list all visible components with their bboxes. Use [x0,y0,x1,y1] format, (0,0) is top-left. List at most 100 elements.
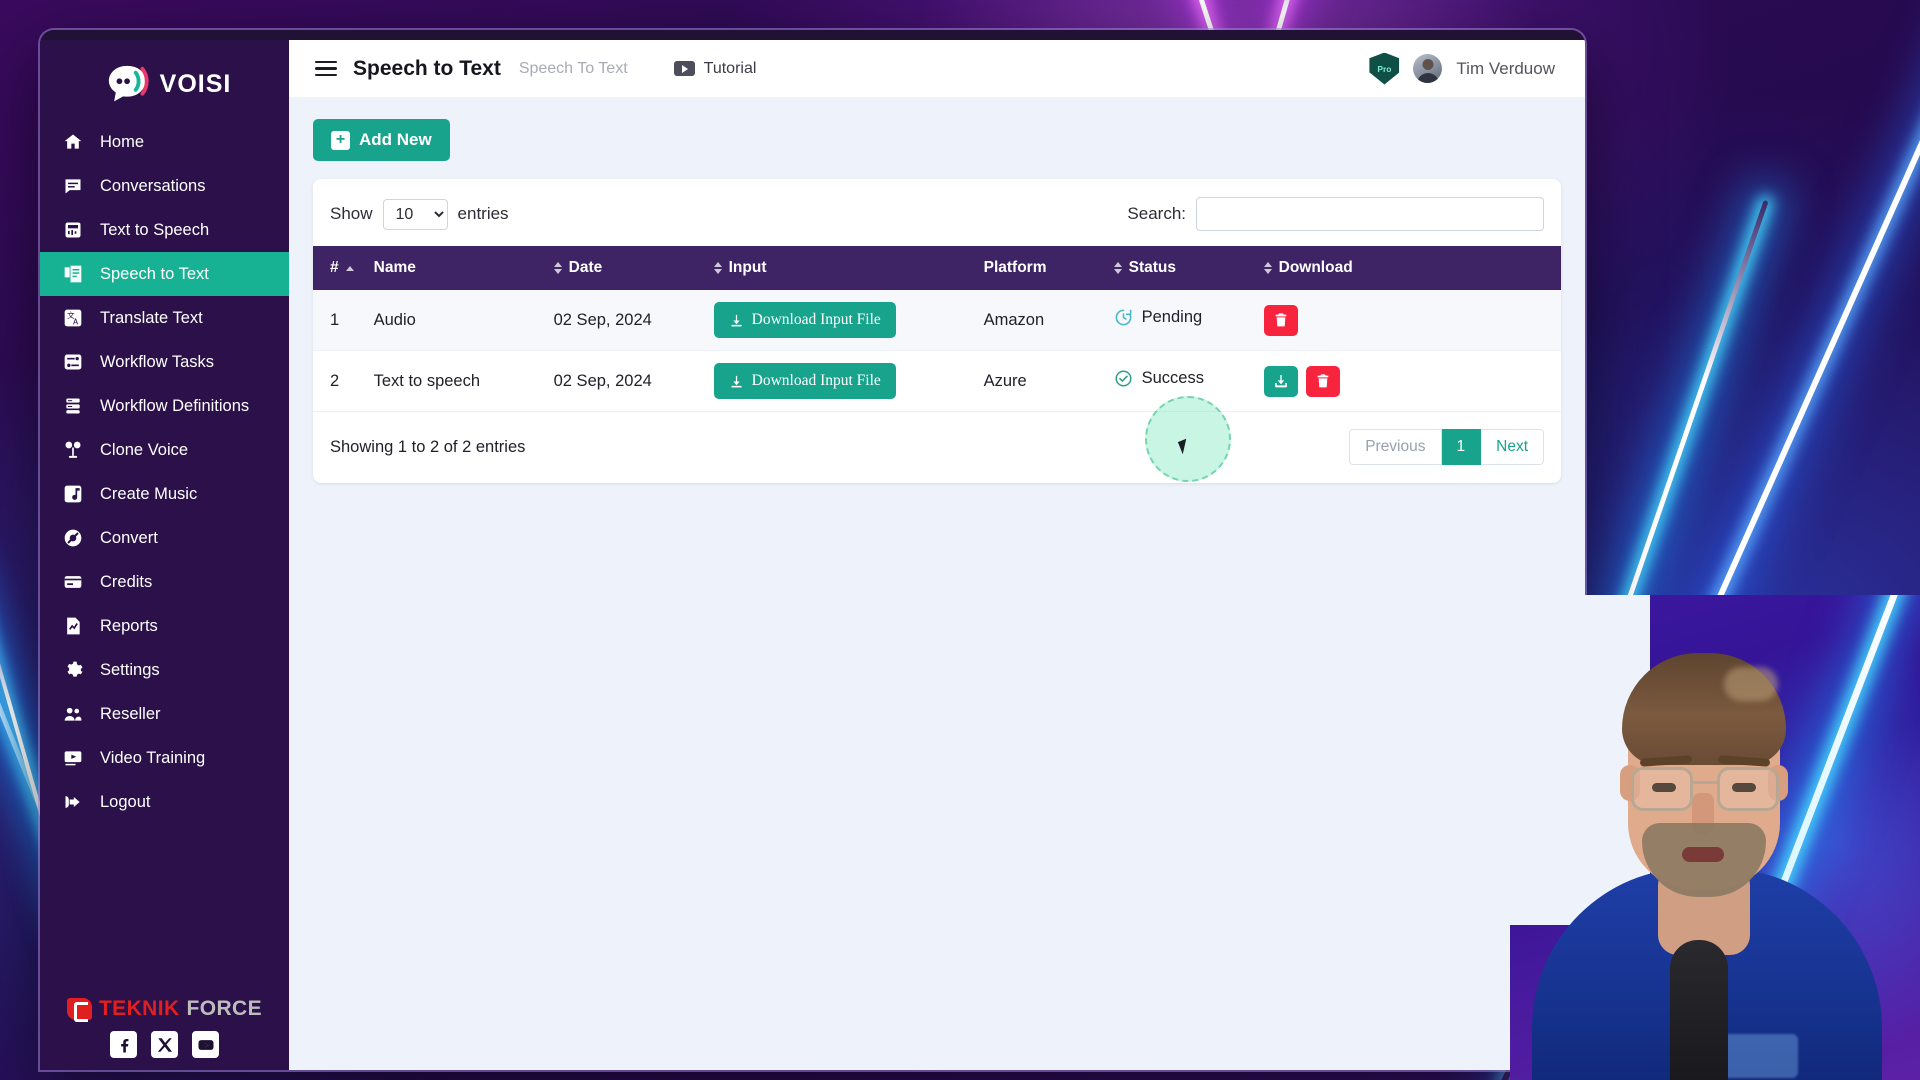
hamburger-menu-icon[interactable] [315,60,337,77]
cell-name: Text to speech [363,350,544,412]
entries-length-select[interactable]: 102550100 [382,198,448,230]
pagination-page-1-button[interactable]: 1 [1441,429,1482,465]
download-input-file-button[interactable]: Download Input File [713,302,896,338]
sidebar-item-label: Workflow Tasks [100,352,215,371]
main-content: Speech to Text Speech To Text Tutorial P… [289,40,1585,1070]
window-titlebar [40,30,1585,40]
tutorial-label: Tutorial [703,59,757,77]
download-input-file-button[interactable]: Download Input File [713,363,896,399]
sidebar-item-convert[interactable]: Convert [40,516,289,560]
cell-date: 02 Sep, 2024 [543,350,704,412]
sort-icon [1113,262,1122,274]
show-entries-control: Show 102550100 entries [330,198,509,230]
shield-icon: Pro [1369,52,1400,85]
table-head: # Name Date Input Platform Status Downlo… [313,246,1561,290]
app-window: VOISI Home Conversations Text to Speech … [40,30,1585,1070]
download-input-file-label: Download Input File [751,311,881,328]
facebook-icon[interactable] [110,1031,137,1058]
brand-logo[interactable]: VOISI [40,48,289,120]
sidebar-item-video-training[interactable]: Video Training [40,736,289,780]
sidebar-item-label: Create Music [100,484,198,503]
table-header-row: # Name Date Input Platform Status Downlo… [313,246,1561,290]
show-label: Show [330,204,373,223]
sort-icon [713,262,722,274]
download-output-button[interactable] [1263,365,1298,397]
sidebar-item-credits[interactable]: Credits [40,560,289,604]
sort-ascending-icon [345,265,354,271]
report-chart-icon [62,615,84,637]
column-header-status[interactable]: Status [1103,246,1254,290]
sidebar-item-settings[interactable]: Settings [40,648,289,692]
search-input[interactable] [1196,197,1544,231]
sidebar-item-speech-to-text[interactable]: Speech to Text [40,252,289,296]
sidebar: VOISI Home Conversations Text to Speech … [40,40,289,1070]
table-controls: Show 102550100 entries Search: [313,179,1561,246]
webcam-overlay [1510,595,1920,1080]
table-body: 1 Audio 02 Sep, 2024 Download Input File [313,290,1561,412]
workflow-tasks-icon [62,351,84,373]
sidebar-item-home[interactable]: Home [40,120,289,164]
pagination-next-button[interactable]: Next [1481,429,1544,465]
cell-number: 1 [313,290,364,351]
column-header-download[interactable]: Download [1253,246,1561,290]
sidebar-item-reseller[interactable]: Reseller [40,692,289,736]
sort-icon [1263,262,1272,274]
column-label: Status [1128,259,1176,276]
sidebar-item-label: Translate Text [100,308,203,327]
download-icon [1274,375,1287,388]
voisi-speech-bubble-icon [106,64,152,104]
sidebar-item-workflow-tasks[interactable]: Workflow Tasks [40,340,289,384]
username-label[interactable]: Tim Verduow [1456,59,1555,79]
column-header-input[interactable]: Input [703,246,974,290]
sidebar-item-label: Clone Voice [100,440,189,459]
sidebar-item-label: Reports [100,616,158,635]
sidebar-item-logout[interactable]: Logout [40,780,289,824]
column-header-platform[interactable]: Platform [973,246,1104,290]
delete-button[interactable] [1263,304,1298,336]
column-label: Input [728,259,767,276]
delete-button[interactable] [1305,365,1340,397]
column-header-date[interactable]: Date [543,246,704,290]
download-icon [731,375,742,387]
presenter-portrait [1510,595,1920,1080]
sidebar-item-label: Conversations [100,176,206,195]
add-new-label: Add New [359,130,432,149]
sidebar-item-conversations[interactable]: Conversations [40,164,289,208]
convert-icon [62,527,84,549]
cell-status: Pending [1103,290,1254,351]
sidebar-footer: TEKNIK FORCE [40,997,289,1070]
column-header-name[interactable]: Name [363,246,544,290]
sidebar-item-reports[interactable]: Reports [40,604,289,648]
trash-icon [1275,313,1286,327]
tutorial-link[interactable]: Tutorial [673,59,757,78]
sidebar-nav: Home Conversations Text to Speech Speech… [40,120,289,824]
cell-status: Success [1103,350,1254,412]
cell-platform: Amazon [973,290,1104,351]
home-icon [62,131,84,153]
video-play-icon [62,747,84,769]
cell-platform: Azure [973,350,1104,412]
brand-name: VOISI [159,69,232,98]
translate-icon: 文A [62,307,84,329]
sidebar-item-clone-voice[interactable]: Clone Voice [40,428,289,472]
column-header-number[interactable]: # [313,246,364,290]
microphone [1670,940,1728,1080]
cell-number: 2 [313,350,364,412]
avatar[interactable] [1413,54,1443,83]
teknikforce-label-part1: TEKNIK [98,997,180,1020]
pagination-previous-button[interactable]: Previous [1349,429,1442,465]
cell-name: Audio [363,290,544,351]
video-play-icon [673,61,695,76]
add-new-button[interactable]: + Add New [313,119,450,161]
youtube-icon[interactable] [192,1031,219,1058]
sidebar-item-create-music[interactable]: Create Music [40,472,289,516]
sidebar-item-workflow-definitions[interactable]: Workflow Definitions [40,384,289,428]
logout-icon [62,791,84,813]
sidebar-item-translate-text[interactable]: 文A Translate Text [40,296,289,340]
download-icon [731,314,742,326]
sidebar-item-text-to-speech[interactable]: Text to Speech [40,208,289,252]
sidebar-item-label: Home [100,132,145,151]
trash-icon [1317,374,1328,388]
pro-badge[interactable]: Pro [1369,52,1400,85]
x-twitter-icon[interactable] [151,1031,178,1058]
